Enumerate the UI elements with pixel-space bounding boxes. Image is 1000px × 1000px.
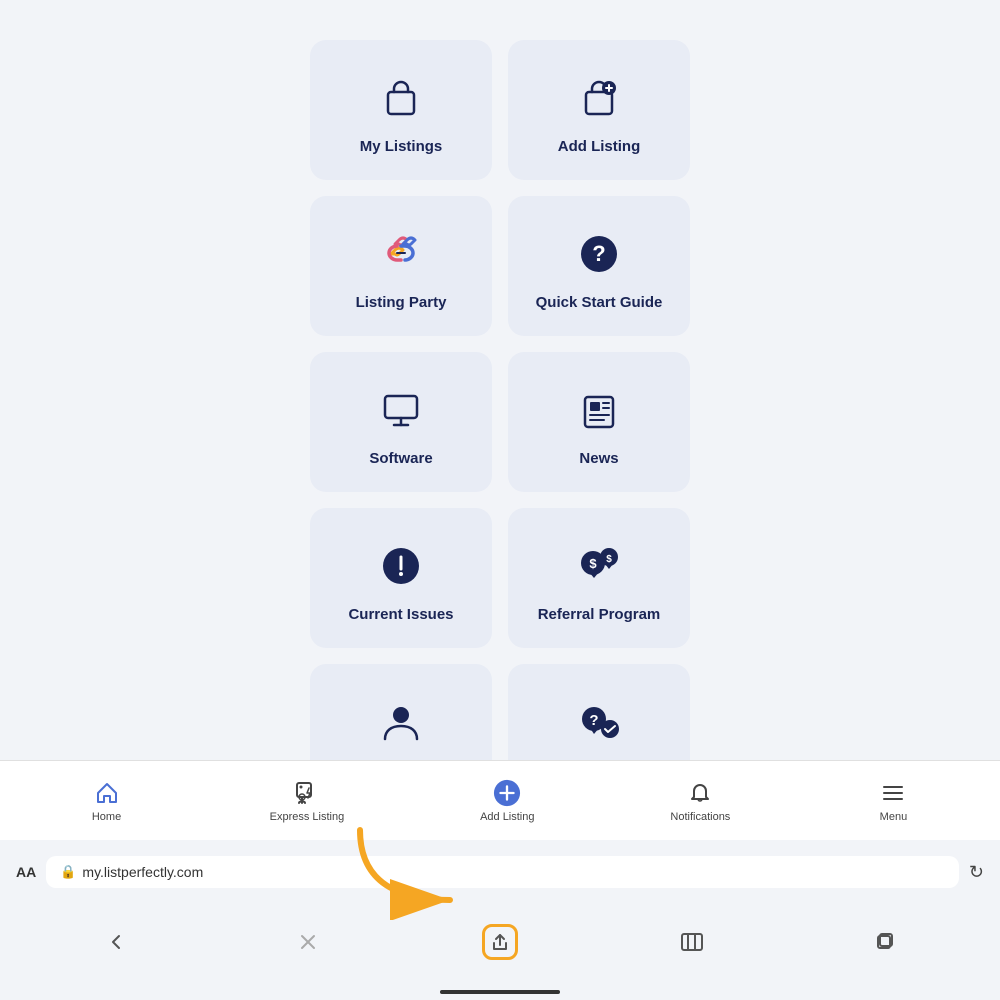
referral-icon: $ $ [573,540,625,592]
listing-party-icon [375,228,427,280]
svg-text:$: $ [606,554,612,565]
exclamation-circle-icon [375,540,427,592]
card-listing-party[interactable]: Listing Party [310,196,492,336]
card-news[interactable]: News [508,352,690,492]
browser-address-bar: AA 🔒 my.listperfectly.com ↻ [0,844,1000,900]
home-icon [93,779,121,807]
express-listing-icon [293,779,321,807]
bookmarks-button[interactable] [674,924,710,960]
nav-add-listing[interactable]: Add Listing [477,779,537,823]
svg-text:$: $ [589,556,597,571]
home-indicator [440,990,560,994]
monitor-icon [375,384,427,436]
nav-notifications-label: Notifications [670,811,730,823]
nav-express-listing[interactable]: Express Listing [270,779,345,823]
card-quick-start-label: Quick Start Guide [536,294,663,311]
nav-notifications[interactable]: Notifications [670,779,730,823]
bell-icon [686,779,714,807]
card-current-issues-label: Current Issues [348,606,453,623]
card-quick-start[interactable]: ? Quick Start Guide [508,196,690,336]
card-listing-party-label: Listing Party [356,294,447,311]
card-current-issues[interactable]: Current Issues [310,508,492,648]
refresh-icon[interactable]: ↻ [969,862,984,883]
person-icon [375,696,427,748]
svg-text:?: ? [592,241,605,266]
svg-text:?: ? [589,712,598,729]
card-software[interactable]: Software [310,352,492,492]
bottom-nav: Home Express Listing A [0,760,1000,840]
card-software-label: Software [369,450,432,467]
nav-express-listing-label: Express Listing [270,811,345,823]
nav-home-label: Home [92,811,121,823]
back-button[interactable] [98,924,134,960]
browser-aa-label[interactable]: AA [16,864,36,880]
card-my-listings[interactable]: My Listings [310,40,492,180]
menu-grid: My Listings Add Listing [310,40,690,804]
nav-add-listing-label: Add Listing [480,811,534,823]
nav-menu[interactable]: Menu [863,779,923,823]
browser-toolbar [0,904,1000,980]
question-circle-icon: ? [573,228,625,280]
lock-icon: 🔒 [60,864,76,880]
hamburger-menu-icon [879,779,907,807]
nav-menu-label: Menu [880,811,908,823]
main-scroll[interactable]: My Listings Add Listing [0,0,1000,840]
url-bar[interactable]: 🔒 my.listperfectly.com [46,856,959,888]
chat-question-icon: ? [573,696,625,748]
bag-plus-icon [573,72,625,124]
tabs-button[interactable] [866,924,902,960]
nav-home[interactable]: Home [77,779,137,823]
close-button[interactable] [290,924,326,960]
card-news-label: News [579,450,618,467]
bag-icon [375,72,427,124]
card-referral-label: Referral Program [538,606,661,623]
card-referral-program[interactable]: $ $ Referral Program [508,508,690,648]
share-button[interactable] [482,924,518,960]
card-add-listing[interactable]: Add Listing [508,40,690,180]
card-add-listing-label: Add Listing [558,138,641,155]
add-listing-nav-icon [493,779,521,807]
url-text: my.listperfectly.com [82,864,203,880]
newspaper-icon [573,384,625,436]
card-my-listings-label: My Listings [360,138,443,155]
